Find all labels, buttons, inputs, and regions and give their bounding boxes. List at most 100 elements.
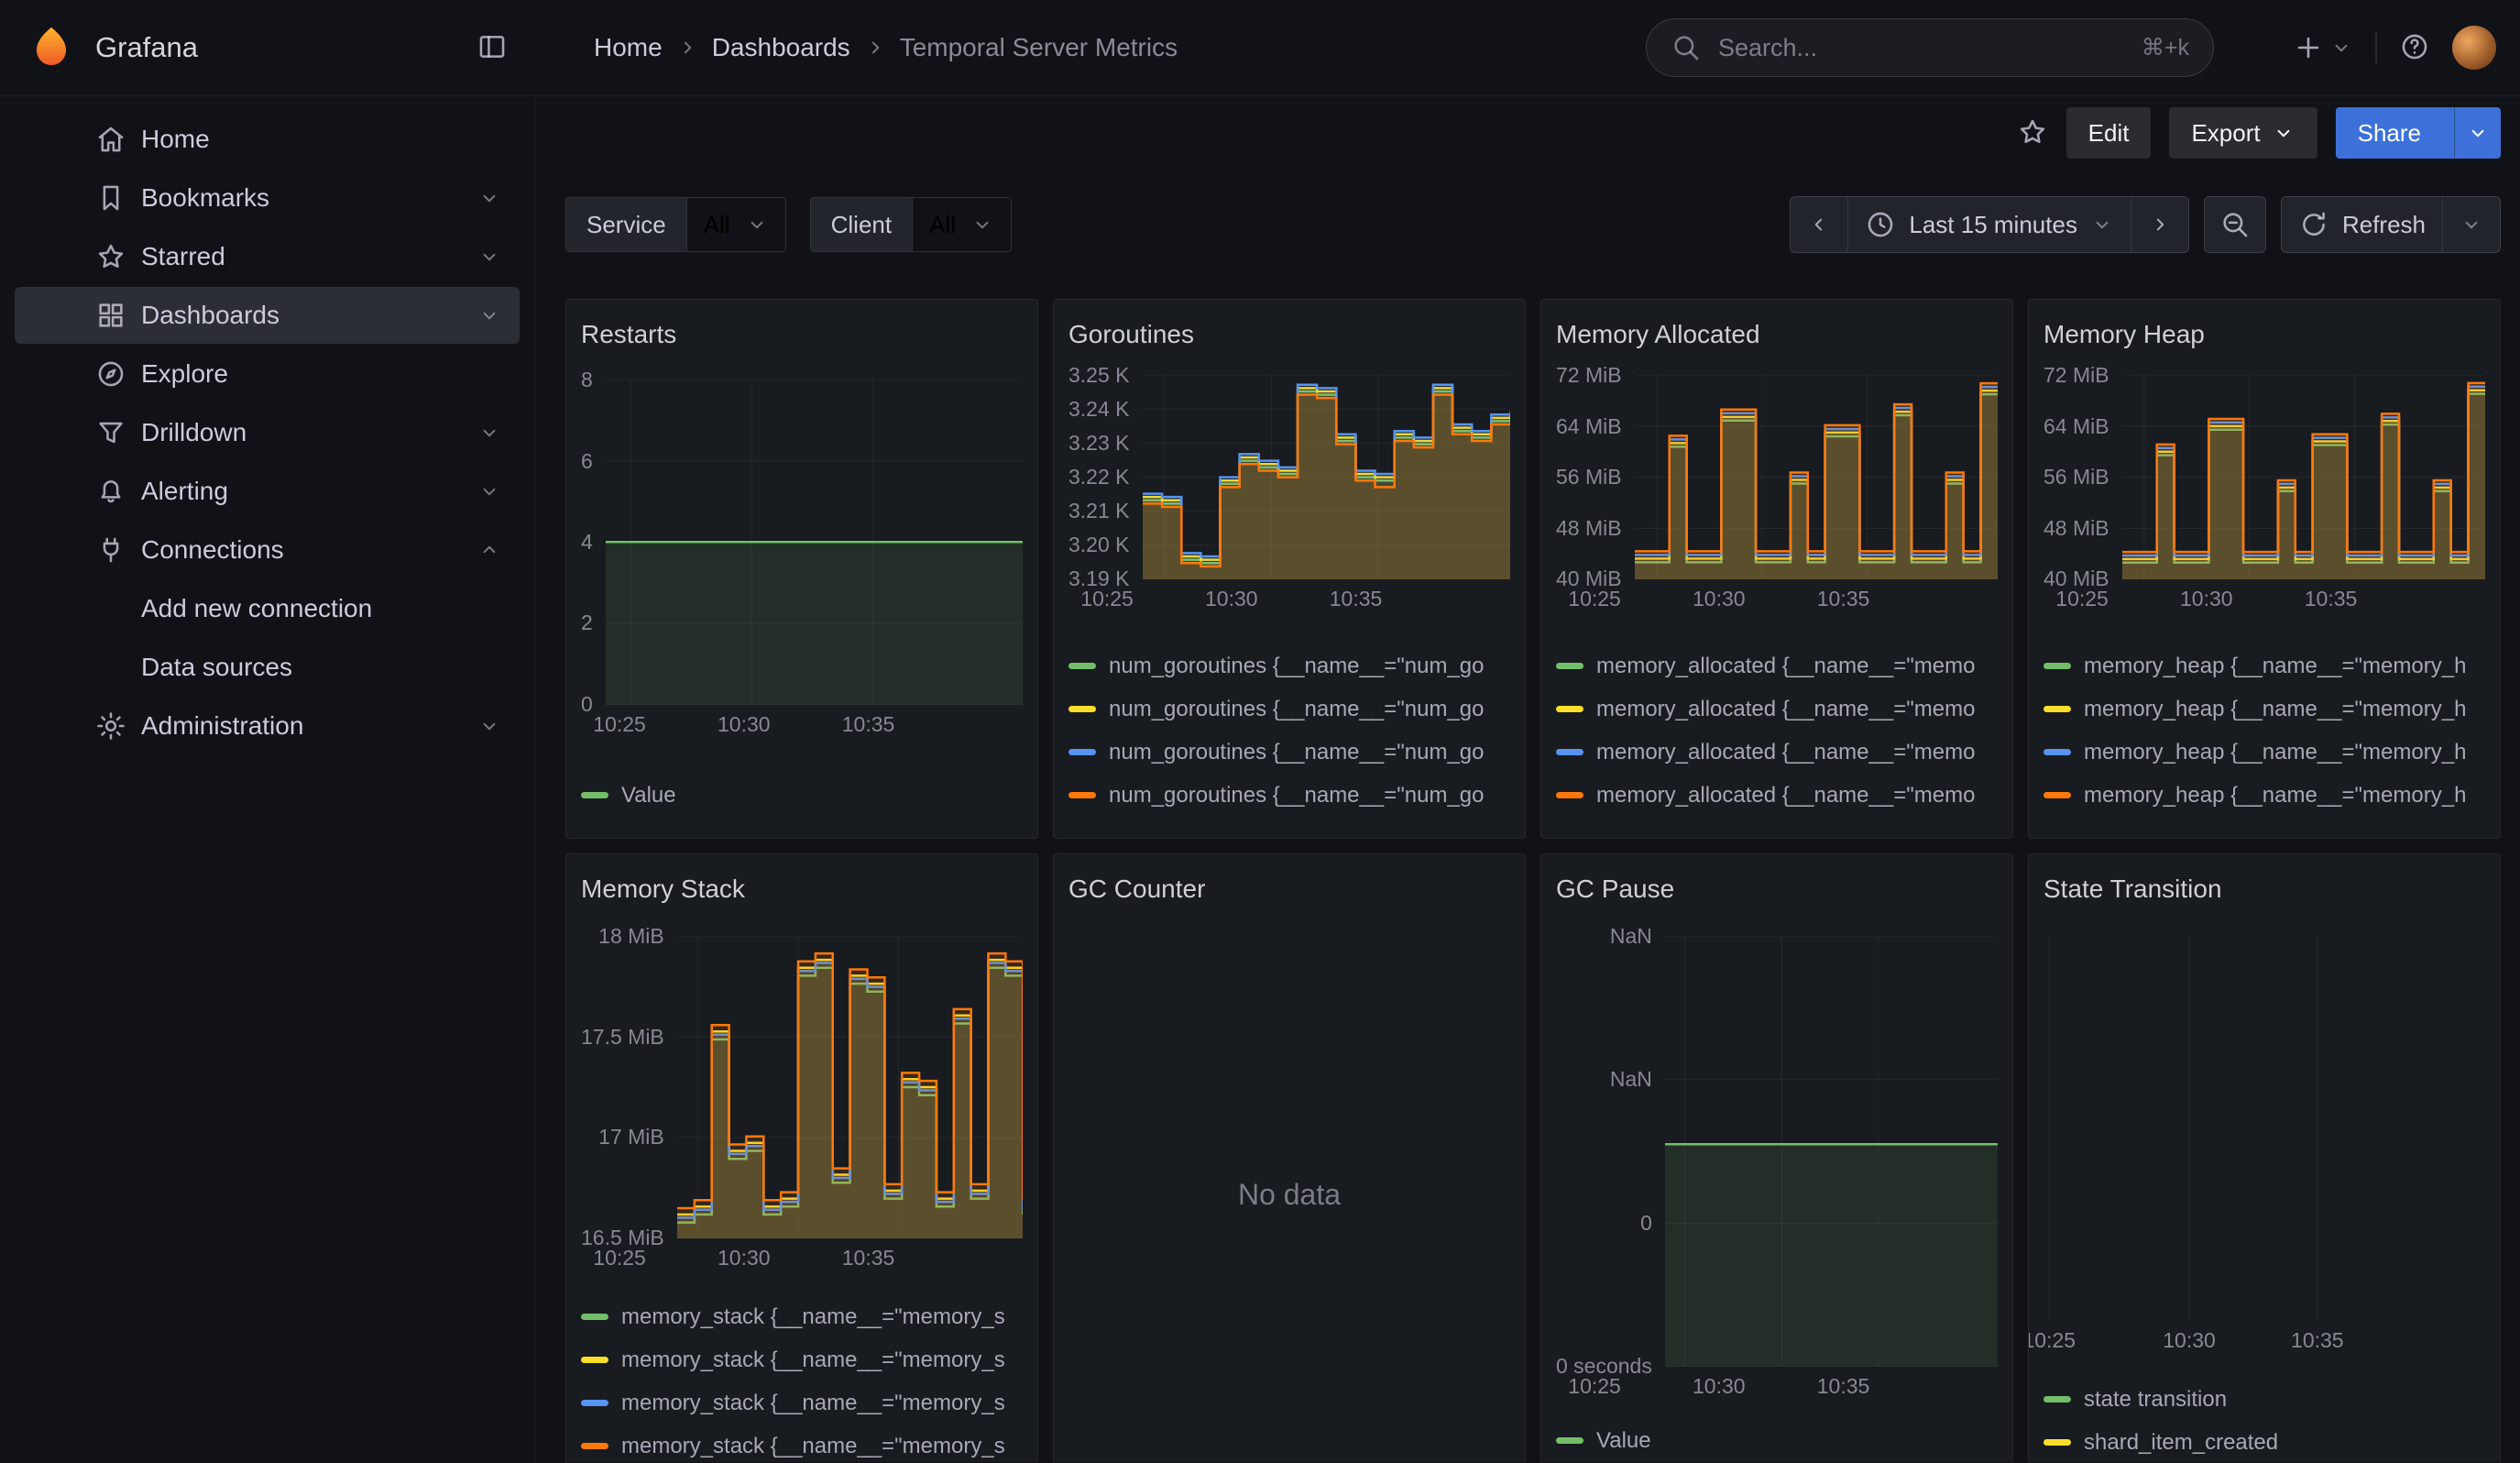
panel-legend: state transition shard_item_created xyxy=(2043,1384,2485,1462)
sidebar-item-label: Dashboards xyxy=(141,301,279,330)
legend-label: num_goroutines {__name__="num_go xyxy=(1109,697,1485,722)
legend-item[interactable]: memory_allocated {__name__="memo xyxy=(1556,651,1998,681)
x-tick-label: 10:30 xyxy=(2163,1328,2216,1353)
legend-color-dash xyxy=(1556,706,1583,712)
legend-item[interactable]: num_goroutines {__name__="num_go xyxy=(1068,694,1510,724)
avatar[interactable] xyxy=(2452,26,2496,70)
grafana-logo[interactable] xyxy=(27,24,75,72)
chevron-up-icon[interactable] xyxy=(477,538,501,562)
sidebar-item-home[interactable]: Home xyxy=(15,111,520,168)
sidebar-item-connections[interactable]: Connections xyxy=(15,522,520,578)
export-button[interactable]: Export xyxy=(2169,107,2317,159)
legend-item[interactable]: memory_allocated {__name__="memo xyxy=(1556,694,1998,724)
chevron-down-icon[interactable] xyxy=(477,479,501,503)
legend-item[interactable]: num_goroutines {__name__="num_go xyxy=(1068,780,1510,810)
home-icon xyxy=(95,124,126,155)
legend-item[interactable]: memory_heap {__name__="memory_h xyxy=(2043,780,2485,810)
sidebar-item-dashboards[interactable]: Dashboards xyxy=(15,287,520,344)
panel-title[interactable]: GC Pause xyxy=(1556,869,1998,909)
sidebar-nav: HomeBookmarksStarred Dashboards ExploreDri… xyxy=(0,96,535,1462)
legend-color-dash xyxy=(1556,749,1583,755)
legend-item[interactable]: shard_item_created xyxy=(2043,1427,2485,1458)
legend-item[interactable]: memory_heap {__name__="memory_h xyxy=(2043,737,2485,767)
chevron-down-icon[interactable] xyxy=(477,186,501,210)
legend-item[interactable]: state transition xyxy=(2043,1384,2485,1414)
panel-title[interactable]: Memory Heap xyxy=(2043,314,2485,348)
sidebar-item-data-sources[interactable]: Data sources xyxy=(15,639,520,696)
y-tick-label: 64 MiB xyxy=(2043,416,2109,437)
search-input[interactable]: Search... ⌘+k xyxy=(1646,18,2214,77)
share-button[interactable]: Share xyxy=(2336,107,2501,159)
variable-value-dropdown[interactable]: All xyxy=(686,197,786,252)
y-tick-label: 18 MiB xyxy=(598,926,664,947)
chevron-down-icon[interactable] xyxy=(477,421,501,445)
refresh-interval-button[interactable] xyxy=(2442,197,2500,252)
plot-area[interactable] xyxy=(677,936,1023,1238)
plot-area[interactable] xyxy=(1143,375,1511,579)
legend-item[interactable]: num_goroutines {__name__="num_go xyxy=(1068,737,1510,767)
chevron-down-icon[interactable] xyxy=(477,714,501,738)
variable-value-dropdown[interactable]: All xyxy=(912,197,1012,252)
refresh-button[interactable]: Refresh xyxy=(2282,197,2442,252)
zoom-out-button[interactable] xyxy=(2204,196,2266,253)
legend-item[interactable]: memory_allocated {__name__="memo xyxy=(1556,780,1998,810)
topbar-main: Home Dashboards Temporal Server Metrics … xyxy=(535,18,2520,77)
legend-item[interactable]: memory_stack {__name__="memory_s xyxy=(581,1302,1023,1332)
sidebar-toggle-button[interactable] xyxy=(477,31,508,65)
help-button[interactable] xyxy=(2399,31,2430,65)
panel-title[interactable]: State Transition xyxy=(2043,869,2485,909)
sidebar-item-administration[interactable]: Administration xyxy=(15,698,520,754)
edit-button[interactable]: Edit xyxy=(2066,107,2152,159)
share-menu-button[interactable] xyxy=(2454,107,2501,159)
plot-area[interactable] xyxy=(606,380,1023,705)
time-range-label: Last 15 minutes xyxy=(1909,211,2077,239)
panel-title[interactable]: Memory Allocated xyxy=(1556,314,1998,348)
panel-title[interactable]: Memory Stack xyxy=(581,869,1023,909)
chevron-down-icon[interactable] xyxy=(477,245,501,269)
legend-item[interactable]: memory_stack {__name__="memory_s xyxy=(581,1388,1023,1418)
legend-item[interactable]: Value xyxy=(581,780,1023,810)
x-tick-label: 10:30 xyxy=(1205,587,1258,611)
plot-area[interactable] xyxy=(2122,375,2485,579)
sidebar-item-add-new-connection[interactable]: Add new connection xyxy=(15,580,520,637)
sidebar-item-bookmarks[interactable]: Bookmarks xyxy=(15,170,520,226)
favorite-button[interactable] xyxy=(2017,116,2048,150)
new-button[interactable] xyxy=(2293,32,2353,63)
panel-title[interactable]: GC Counter xyxy=(1068,869,1510,909)
panel-toggle-icon xyxy=(477,31,508,62)
legend-item[interactable]: memory_stack {__name__="memory_s xyxy=(581,1345,1023,1375)
x-axis: 10:2510:3010:35 xyxy=(1569,1367,1998,1403)
breadcrumb-home[interactable]: Home xyxy=(594,33,663,62)
chevron-right-icon xyxy=(675,36,699,60)
legend-color-dash xyxy=(1556,792,1583,798)
plot-area[interactable] xyxy=(1665,936,1998,1367)
time-back-button[interactable] xyxy=(1791,197,1847,252)
legend-color-dash xyxy=(2043,792,2071,798)
chevron-down-icon xyxy=(2466,121,2490,145)
legend-item[interactable]: Value xyxy=(1556,1425,1998,1456)
sidebar-item-alerting[interactable]: Alerting xyxy=(15,463,520,520)
legend-label: Value xyxy=(1596,1428,1651,1454)
panel-title[interactable]: Goroutines xyxy=(1068,314,1510,348)
chevron-down-icon[interactable] xyxy=(477,303,501,327)
legend-item[interactable]: memory_stack {__name__="memory_s xyxy=(581,1431,1023,1461)
chevron-down-icon xyxy=(2090,213,2114,236)
sidebar-item-drilldown[interactable]: Drilldown xyxy=(15,404,520,461)
plot-area[interactable] xyxy=(2043,936,2485,1321)
sidebar-item-explore[interactable]: Explore xyxy=(15,346,520,402)
y-tick-label: 3.21 K xyxy=(1068,500,1130,522)
plot-area[interactable] xyxy=(1635,375,1998,579)
legend-item[interactable]: num_goroutines {__name__="num_go xyxy=(1068,651,1510,681)
time-range-picker[interactable]: Last 15 minutes xyxy=(1847,197,2131,252)
legend-item[interactable]: memory_allocated {__name__="memo xyxy=(1556,737,1998,767)
legend-item[interactable]: memory_heap {__name__="memory_h xyxy=(2043,651,2485,681)
time-forward-button[interactable] xyxy=(2131,197,2188,252)
y-tick-label: 3.22 K xyxy=(1068,467,1130,488)
sidebar-item-label: Alerting xyxy=(141,477,228,506)
legend-label: memory_heap {__name__="memory_h xyxy=(2084,740,2466,765)
topbar-left: Grafana xyxy=(0,24,535,72)
breadcrumb-dashboards[interactable]: Dashboards xyxy=(712,33,850,62)
sidebar-item-starred[interactable]: Starred xyxy=(15,228,520,285)
panel-title[interactable]: Restarts xyxy=(581,314,1023,353)
legend-item[interactable]: memory_heap {__name__="memory_h xyxy=(2043,694,2485,724)
